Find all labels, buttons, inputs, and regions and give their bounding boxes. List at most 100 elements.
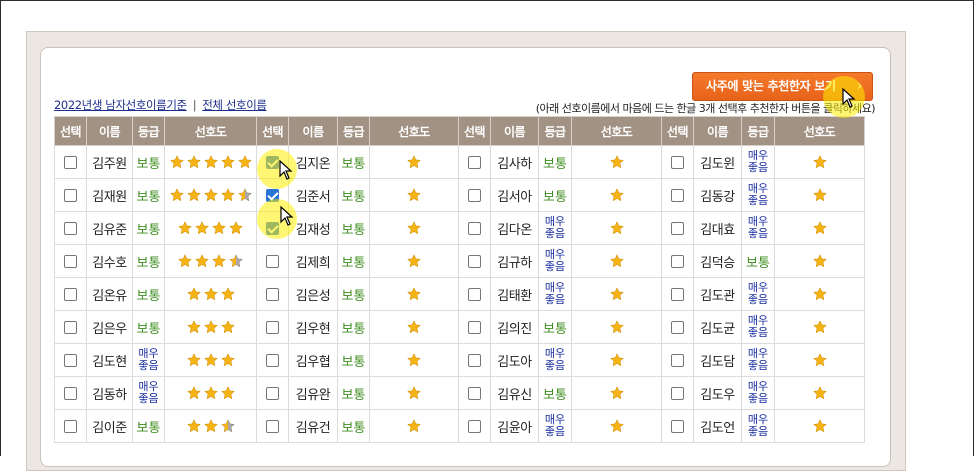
grade-good-label: 매우 좋음 <box>544 247 566 273</box>
preference-cell <box>571 244 662 278</box>
select-cell <box>256 343 289 377</box>
star-icon <box>407 221 421 235</box>
name-select-checkbox[interactable] <box>64 155 77 169</box>
name-select-checkbox[interactable] <box>468 254 481 268</box>
preference-cell <box>774 145 865 179</box>
grade-cell: 매우 좋음 <box>741 409 775 443</box>
name-select-checkbox[interactable] <box>266 320 279 334</box>
grade-good-label: 매우 좋음 <box>747 313 769 339</box>
preference-stars <box>609 419 624 433</box>
name-cell: 김유완 <box>288 376 338 410</box>
star-icon <box>203 419 218 433</box>
name-select-checkbox[interactable] <box>64 386 77 400</box>
grade-cell: 보통 <box>132 310 165 344</box>
name-cell: 김유준 <box>86 211 133 245</box>
preference-cell <box>774 409 865 443</box>
name-select-checkbox[interactable] <box>266 254 279 268</box>
name-select-checkbox[interactable] <box>64 221 77 235</box>
grade-good-label: 매우 좋음 <box>544 280 566 306</box>
star-icon <box>407 287 421 301</box>
star-icon <box>812 221 827 235</box>
name-select-checkbox[interactable] <box>671 320 684 334</box>
name-select-checkbox[interactable] <box>64 188 77 202</box>
all-preferred-names-link[interactable]: 전체 선호이름 <box>202 98 267 112</box>
preference-cell <box>571 145 662 179</box>
star-icon <box>407 188 421 202</box>
star-icon <box>220 155 235 169</box>
name-select-checkbox[interactable] <box>468 386 481 400</box>
select-cell <box>661 376 694 410</box>
name-select-checkbox[interactable] <box>64 320 77 334</box>
grade-good-label: 매우 좋음 <box>138 346 159 372</box>
name-select-checkbox[interactable] <box>468 287 481 301</box>
grade-good-label: 매우 좋음 <box>544 214 566 240</box>
preference-stars <box>407 221 421 235</box>
name-select-checkbox[interactable] <box>266 287 279 301</box>
grade-cell: 매우 좋음 <box>741 178 775 212</box>
name-select-checkbox[interactable] <box>468 320 481 334</box>
grade-normal-label: 보통 <box>543 156 567 172</box>
star-icon <box>609 254 624 268</box>
preference-cell <box>369 343 459 377</box>
select-cell <box>661 145 694 179</box>
star-icon <box>220 287 235 301</box>
mouse-cursor-icon <box>280 206 294 226</box>
star-icon <box>186 188 201 202</box>
preference-stars <box>186 320 235 334</box>
name-select-checkbox[interactable] <box>266 353 279 367</box>
name-select-checkbox[interactable] <box>64 287 77 301</box>
grade-cell: 보통 <box>132 211 165 245</box>
select-cell <box>54 409 87 443</box>
grade-normal-label: 보통 <box>136 420 161 436</box>
preference-cell <box>571 376 662 410</box>
preference-cell <box>369 277 459 311</box>
preference-stars <box>812 386 827 400</box>
name-select-checkbox[interactable] <box>671 221 684 235</box>
grade-cell: 매우 좋음 <box>741 310 775 344</box>
star-icon <box>609 320 624 334</box>
column-header-name: 이름 <box>693 116 742 146</box>
grade-cell: 보통 <box>337 211 370 245</box>
name-select-checkbox[interactable] <box>468 221 481 235</box>
name-select-checkbox[interactable] <box>671 254 684 268</box>
grade-normal-label: 보통 <box>136 288 161 304</box>
name-select-checkbox[interactable] <box>266 419 279 433</box>
name-cell: 김은우 <box>86 310 133 344</box>
name-select-checkbox[interactable] <box>64 419 77 433</box>
preference-stars <box>812 320 827 334</box>
preference-stars <box>609 386 624 400</box>
name-select-checkbox[interactable] <box>468 419 481 433</box>
column-header-select: 선택 <box>661 116 694 146</box>
name-select-checkbox[interactable] <box>671 353 684 367</box>
name-select-checkbox[interactable] <box>671 287 684 301</box>
grade-good-label: 매우 좋음 <box>747 379 769 405</box>
table-row: 김온유 보통 김은성 보통 김태환 매우 좋음 김도관 매우 좋음 <box>54 277 865 311</box>
name-cell: 김도윈 <box>693 145 742 179</box>
table-row: 김주원 보통 김지온 보통 김사하 보통 김도윈 매우 좋음 <box>54 145 865 179</box>
grade-cell: 매우 좋음 <box>538 277 572 311</box>
name-select-checkbox[interactable] <box>671 386 684 400</box>
grade-good-label: 매우 좋음 <box>138 379 159 405</box>
name-select-checkbox[interactable] <box>468 188 481 202</box>
name-select-checkbox[interactable] <box>64 254 77 268</box>
preference-cell <box>774 244 865 278</box>
preference-stars <box>609 155 624 169</box>
name-select-checkbox[interactable] <box>671 188 684 202</box>
name-select-checkbox[interactable] <box>266 386 279 400</box>
preference-stars <box>186 386 235 400</box>
select-cell <box>54 178 87 212</box>
name-select-checkbox[interactable] <box>64 353 77 367</box>
star-icon <box>609 221 624 235</box>
preference-stars <box>407 386 421 400</box>
current-criteria-link[interactable]: 2022년생 남자선호이름기준 <box>54 98 187 112</box>
grade-normal-label: 보통 <box>746 255 770 271</box>
preference-cell <box>164 409 257 443</box>
preference-cell <box>164 376 257 410</box>
grade-normal-label: 보통 <box>341 387 366 403</box>
name-select-checkbox[interactable] <box>671 419 684 433</box>
preference-cell <box>369 376 459 410</box>
name-select-checkbox[interactable] <box>468 353 481 367</box>
name-select-checkbox[interactable] <box>671 155 684 169</box>
name-select-checkbox[interactable] <box>468 155 481 169</box>
preferred-names-table: 선택 이름 등급 선호도 선택 이름 등급 선호도 선택 이름 등급 선호도 선택 이름 등급 선호도 김주원… <box>54 116 865 443</box>
